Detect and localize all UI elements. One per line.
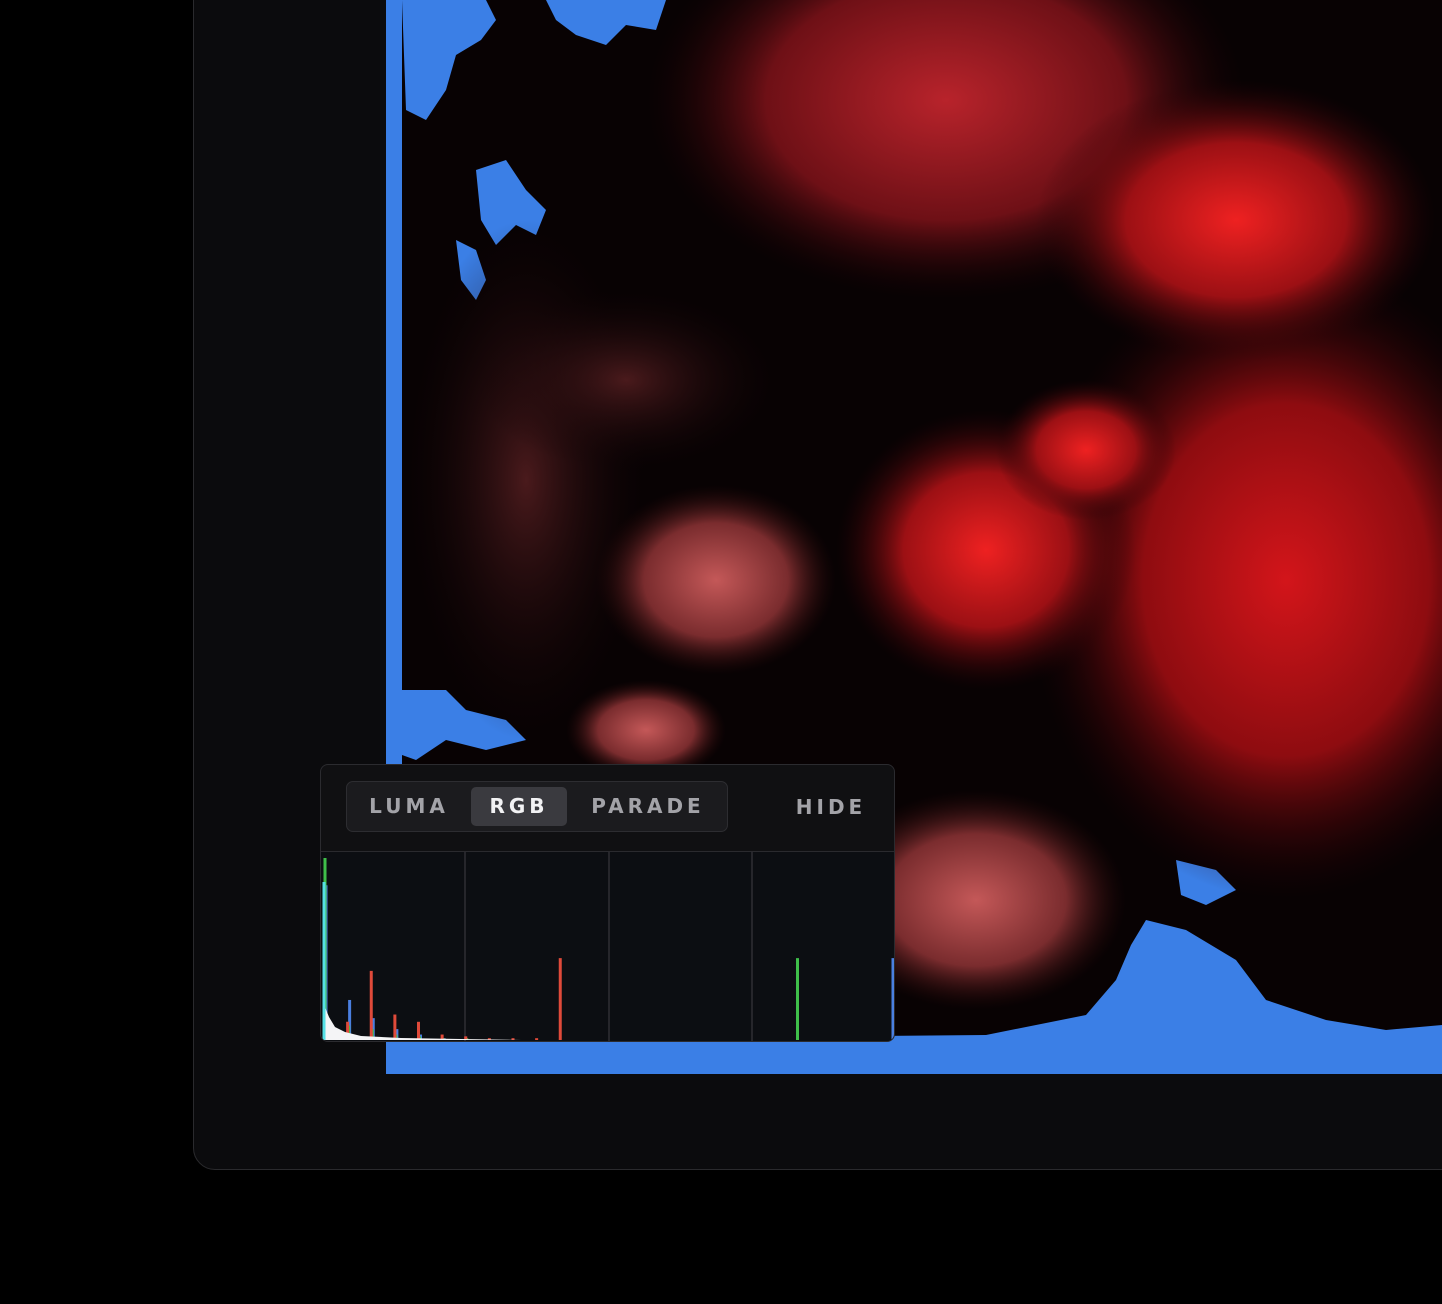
scopes-header: LUMA RGB PARADE HIDE — [321, 765, 894, 852]
histogram-overlap-fill — [323, 1002, 521, 1040]
tab-luma[interactable]: LUMA — [353, 787, 465, 826]
histogram-plot — [322, 852, 894, 1041]
histogram — [321, 852, 894, 1041]
tab-rgb[interactable]: RGB — [471, 787, 567, 826]
tab-parade[interactable]: PARADE — [573, 787, 723, 826]
scope-mode-switch: LUMA RGB PARADE — [346, 781, 728, 832]
hide-scopes-button[interactable]: HIDE — [791, 787, 871, 827]
scopes-panel: LUMA RGB PARADE HIDE — [320, 764, 895, 1042]
